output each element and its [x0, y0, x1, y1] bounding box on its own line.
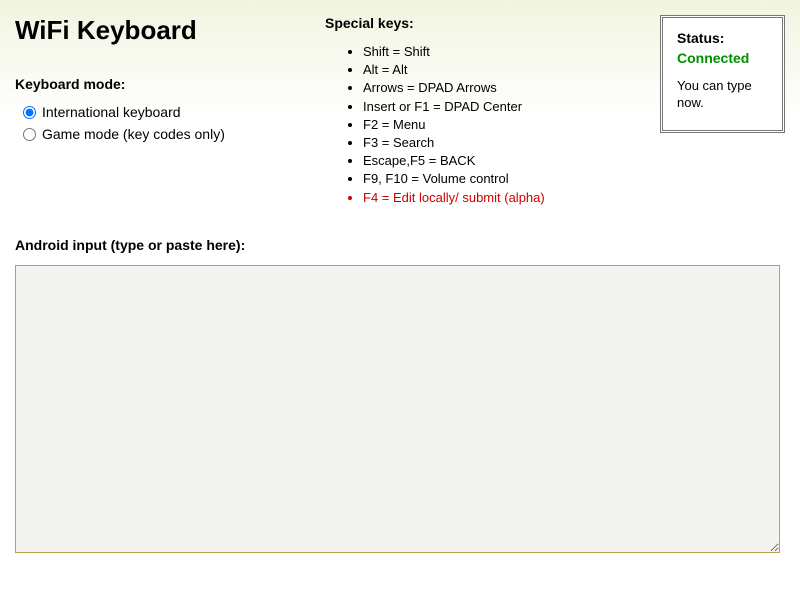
radio-game[interactable] — [23, 128, 36, 141]
keyboard-mode-group: International keyboard Game mode (key co… — [15, 104, 305, 142]
radio-option-game[interactable]: Game mode (key codes only) — [23, 126, 305, 142]
status-box: Status: Connected You can type now. — [660, 15, 785, 133]
special-keys-heading: Special keys: — [325, 15, 640, 31]
special-key-item: Arrows = DPAD Arrows — [363, 79, 640, 97]
special-key-item: F2 = Menu — [363, 116, 640, 134]
special-key-item: Alt = Alt — [363, 61, 640, 79]
keyboard-mode-heading: Keyboard mode: — [15, 76, 305, 92]
status-heading: Status: — [677, 30, 768, 46]
special-key-item: Shift = Shift — [363, 43, 640, 61]
radio-label-game: Game mode (key codes only) — [42, 126, 225, 142]
status-message: You can type now. — [677, 78, 768, 112]
special-key-item: F3 = Search — [363, 134, 640, 152]
special-keys-list: Shift = Shift Alt = Alt Arrows = DPAD Ar… — [325, 43, 640, 207]
radio-international[interactable] — [23, 106, 36, 119]
special-key-item: Insert or F1 = DPAD Center — [363, 98, 640, 116]
android-input-heading: Android input (type or paste here): — [15, 237, 785, 253]
page-title: WiFi Keyboard — [15, 15, 305, 46]
status-value: Connected — [677, 50, 768, 66]
radio-option-international[interactable]: International keyboard — [23, 104, 305, 120]
android-input-textarea[interactable] — [15, 265, 780, 553]
special-key-item: Escape,F5 = BACK — [363, 152, 640, 170]
special-key-item: F9, F10 = Volume control — [363, 170, 640, 188]
radio-label-international: International keyboard — [42, 104, 181, 120]
special-key-item-alpha: F4 = Edit locally/ submit (alpha) — [363, 189, 640, 207]
